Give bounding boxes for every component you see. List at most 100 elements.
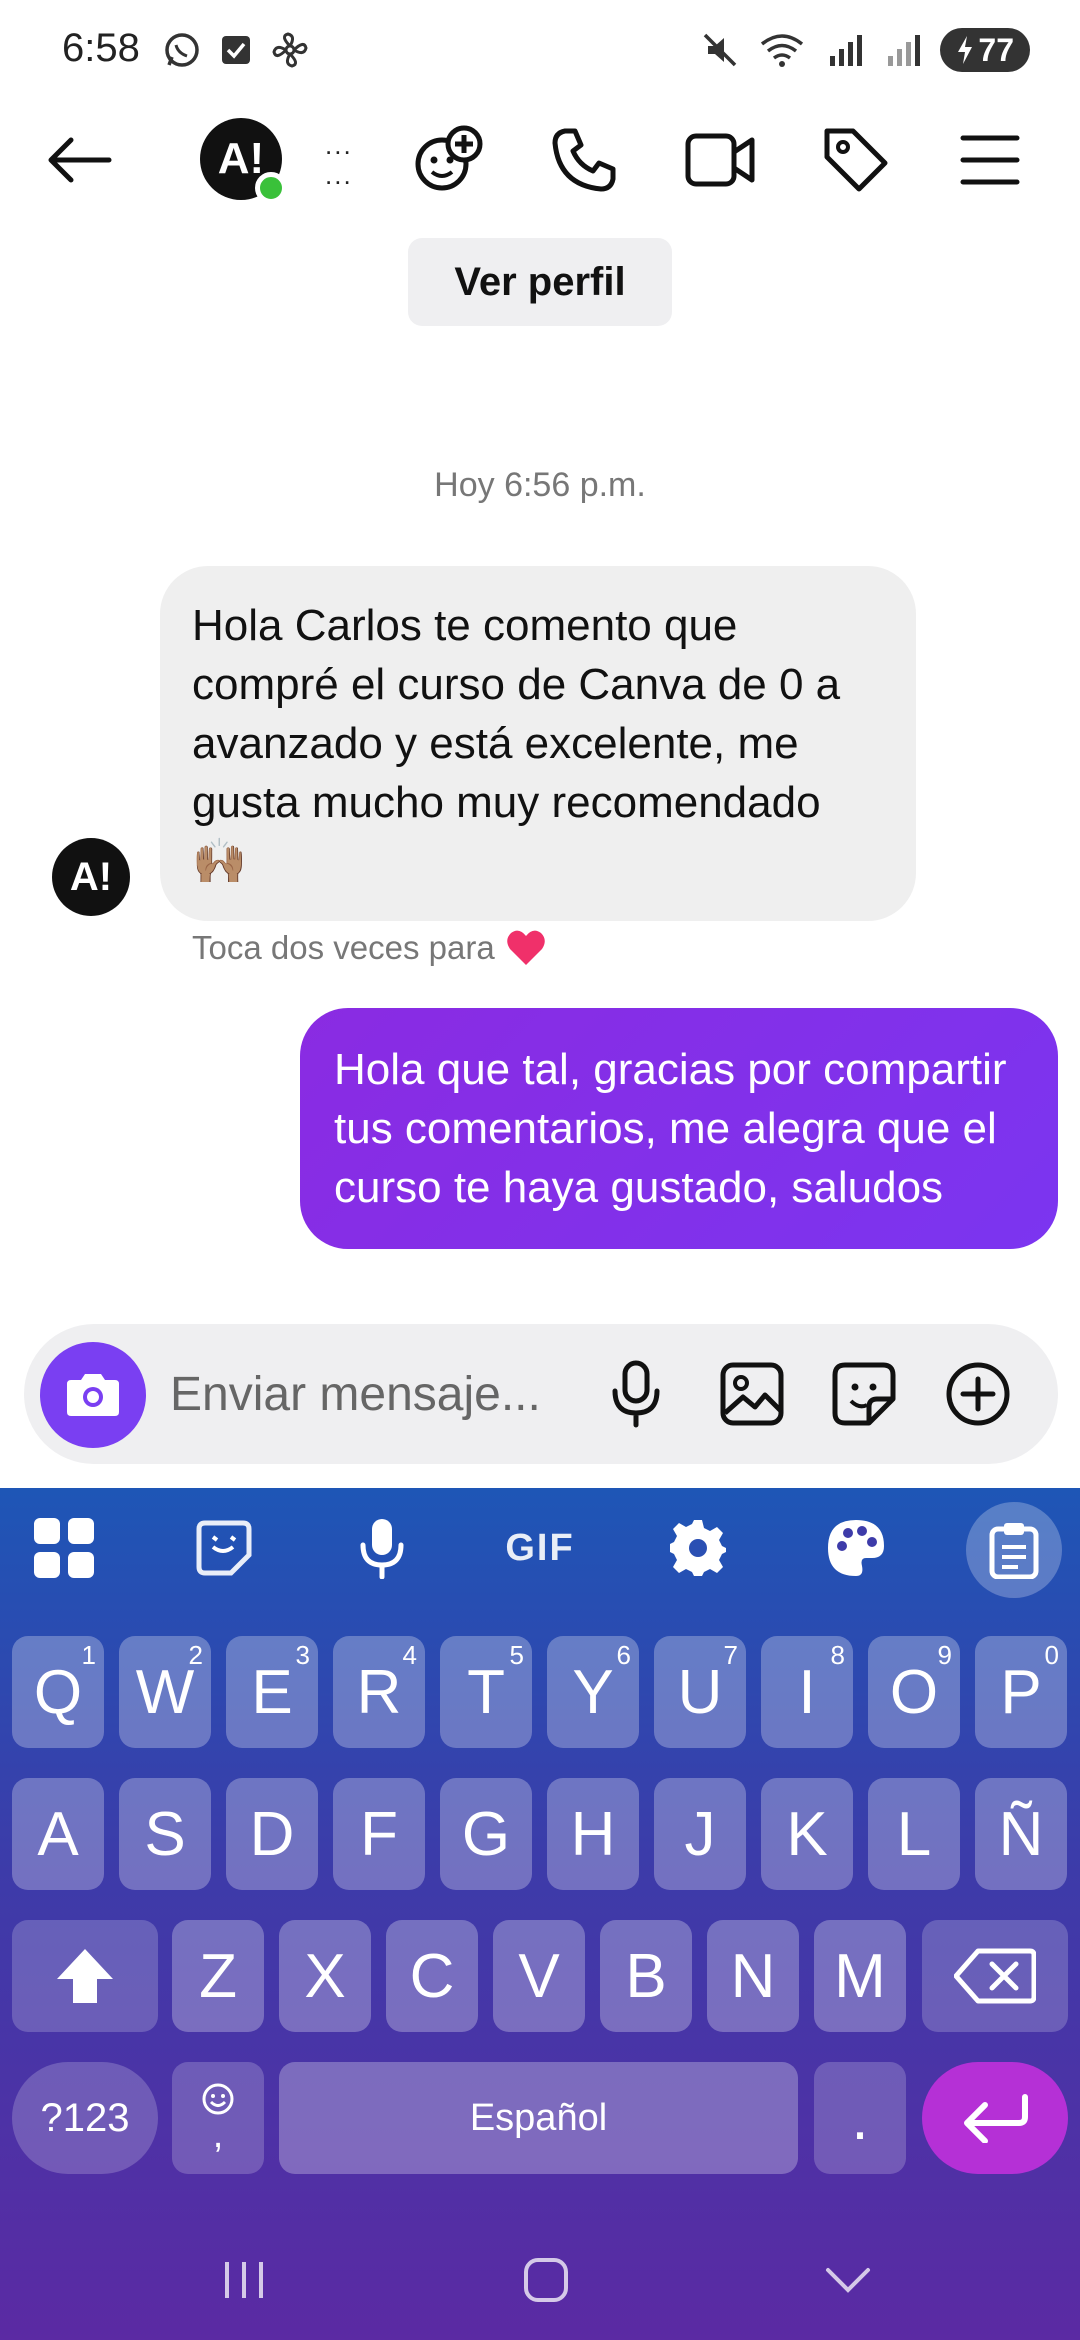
key-u[interactable]: U7 [654,1636,746,1748]
key-r-label: R [356,1657,402,1727]
back-button[interactable] [38,120,118,200]
clipboard-button[interactable] [966,1502,1062,1598]
phone-icon [552,128,616,192]
key-w-label: W [135,1657,195,1727]
camera-icon [67,1374,119,1416]
microphone-icon [612,1360,660,1428]
key-h[interactable]: H [547,1778,639,1890]
outgoing-message-bubble[interactable]: Hola que tal, gracias por compartir tus … [300,1008,1058,1249]
view-profile-button[interactable]: Ver perfil [408,238,672,326]
key-w[interactable]: W2 [119,1636,211,1748]
back-arrow-icon [48,137,112,183]
menu-button[interactable] [950,120,1030,200]
add-friend-button[interactable] [408,120,488,200]
enter-arrow-icon [964,2094,1028,2143]
recent-apps-icon [225,2262,263,2298]
key-q-num: 1 [81,1640,96,1670]
home-button[interactable] [506,2240,586,2320]
recent-apps-button[interactable] [204,2240,284,2320]
key-w-num: 2 [188,1640,203,1670]
more-options-button[interactable] [938,1354,1018,1434]
checkbox-icon [222,36,250,64]
gif-button[interactable]: GIF [500,1508,580,1588]
comma-label: , [212,2114,224,2156]
key-x[interactable]: X [279,1920,371,2032]
battery-indicator: 77 [940,28,1030,72]
sticker-tool-icon [196,1520,252,1576]
key-e-label: E [251,1657,293,1727]
chevron-down-icon [826,2268,870,2293]
key-r[interactable]: R4 [333,1636,425,1748]
voice-input-button[interactable] [342,1508,422,1588]
key-y-label: Y [572,1657,614,1727]
theme-button[interactable] [816,1508,896,1588]
key-p[interactable]: P0 [975,1636,1067,1748]
status-time: 6:58 [62,26,140,70]
online-indicator [255,172,287,204]
key-k[interactable]: K [761,1778,853,1890]
apps-grid-icon [34,1518,94,1578]
video-camera-icon [685,133,755,187]
emoji-key[interactable]: , [172,2062,264,2174]
hide-keyboard-button[interactable] [808,2240,888,2320]
space-key[interactable]: Español [279,2062,798,2174]
apps-button[interactable] [24,1508,104,1588]
status-bar: 6:58 77 [0,0,1080,100]
key-p-num: 0 [1044,1640,1059,1670]
key-z[interactable]: Z [172,1920,264,2032]
message-input[interactable] [170,1364,610,1424]
contact-name: ... [325,130,353,160]
key-d[interactable]: D [226,1778,318,1890]
key-q[interactable]: Q1 [12,1636,104,1748]
keyboard-toolbar: GIF [0,1488,1080,1608]
key-n[interactable]: N [707,1920,799,2032]
sticker-button[interactable] [824,1354,904,1434]
key-f[interactable]: F [333,1778,425,1890]
mute-icon [704,33,737,67]
key-enie[interactable]: Ñ [975,1778,1067,1890]
period-key[interactable]: . [814,2062,906,2174]
key-y-num: 6 [616,1640,631,1670]
key-g[interactable]: G [440,1778,532,1890]
home-icon [524,2258,568,2302]
palette-icon [828,1520,884,1576]
key-s[interactable]: S [119,1778,211,1890]
key-a[interactable]: A [12,1778,104,1890]
key-u-num: 7 [723,1640,738,1670]
key-v[interactable]: V [493,1920,585,2032]
voice-message-button[interactable] [596,1354,676,1434]
contact-name-block[interactable]: ... ... [325,130,353,190]
key-e[interactable]: E3 [226,1636,318,1748]
shift-arrow-icon [57,1949,113,2003]
key-q-label: Q [33,1657,83,1727]
key-c[interactable]: C [386,1920,478,2032]
status-notifications [162,30,310,70]
key-j[interactable]: J [654,1778,746,1890]
shift-key[interactable] [12,1920,158,2032]
key-m[interactable]: M [814,1920,906,2032]
charging-icon [958,36,973,64]
key-t[interactable]: T5 [440,1636,532,1748]
key-y[interactable]: Y6 [547,1636,639,1748]
gallery-button[interactable] [712,1354,792,1434]
key-i[interactable]: I8 [761,1636,853,1748]
tag-icon [824,128,888,192]
tag-button[interactable] [816,120,896,200]
enter-key[interactable] [922,2062,1068,2174]
camera-button[interactable] [40,1342,146,1448]
symbols-key[interactable]: ?123 [12,2062,158,2174]
whatsapp-icon [165,33,199,67]
key-b[interactable]: B [600,1920,692,2032]
video-call-button[interactable] [680,120,760,200]
sticker-tool-button[interactable] [184,1508,264,1588]
key-o[interactable]: O9 [868,1636,960,1748]
pinwheel-icon [272,32,308,68]
key-l[interactable]: L [868,1778,960,1890]
keyboard-settings-button[interactable] [658,1508,738,1588]
backspace-key[interactable] [922,1920,1068,2032]
sender-avatar[interactable]: A! [52,838,130,916]
incoming-message-bubble[interactable]: Hola Carlos te comento que compré el cur… [160,566,916,921]
voice-call-button[interactable] [544,120,624,200]
wifi-icon [761,34,804,67]
sticker-icon [832,1362,896,1426]
